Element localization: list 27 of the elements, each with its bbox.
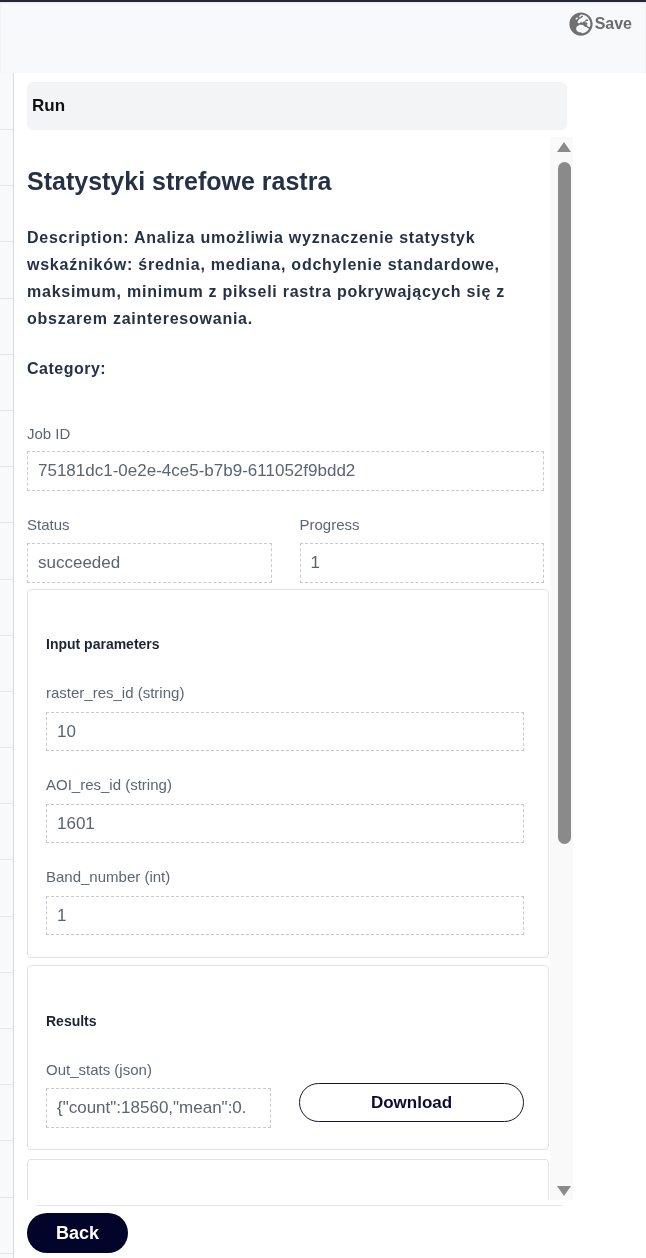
scroll-down-icon[interactable]: [557, 1186, 571, 1196]
input-field[interactable]: 1: [46, 896, 524, 935]
progress-field[interactable]: 1: [299, 543, 544, 583]
card-title: Results: [46, 1012, 98, 1030]
save-button[interactable]: Save: [568, 12, 632, 36]
globe-icon: [568, 12, 593, 36]
run-header: Run: [27, 82, 567, 130]
category-label: Category:: [27, 359, 108, 379]
field-label: Progress: [299, 515, 361, 535]
output-field[interactable]: {"count":18560,"mean":0.: [46, 1088, 271, 1128]
back-button[interactable]: Back: [27, 1213, 128, 1253]
field-label: Status: [27, 515, 71, 535]
tool-title: Statystyki strefowe rastra: [27, 166, 333, 196]
field-label: Out_stats (json): [46, 1060, 153, 1080]
input-field[interactable]: 10: [46, 712, 524, 751]
job-id-field[interactable]: 75181dc1-0e2e-4ce5-b7b9-611052f9bdd2: [27, 451, 544, 491]
tool-description: Description: Analiza umożliwia wyznaczenie statystyk wskaźników: średnia, mediana, odchylenie standardowe, maksimum, minimum z pikseli rastra pokrywających się z obszarem zainteresowania.: [27, 228, 507, 329]
download-button[interactable]: Download: [299, 1083, 524, 1122]
card-title: Input parameters: [46, 635, 161, 653]
scroll-up-icon[interactable]: [557, 142, 571, 152]
status-field[interactable]: succeeded: [27, 543, 272, 583]
field-label: AOI_res_id (string): [46, 775, 173, 795]
input-field[interactable]: 1601: [46, 804, 524, 843]
field-label: Band_number (int): [46, 867, 172, 887]
field-label: Job ID: [27, 424, 72, 444]
scrollbar-thumb[interactable]: [557, 162, 571, 844]
field-label: raster_res_id (string): [46, 683, 186, 703]
